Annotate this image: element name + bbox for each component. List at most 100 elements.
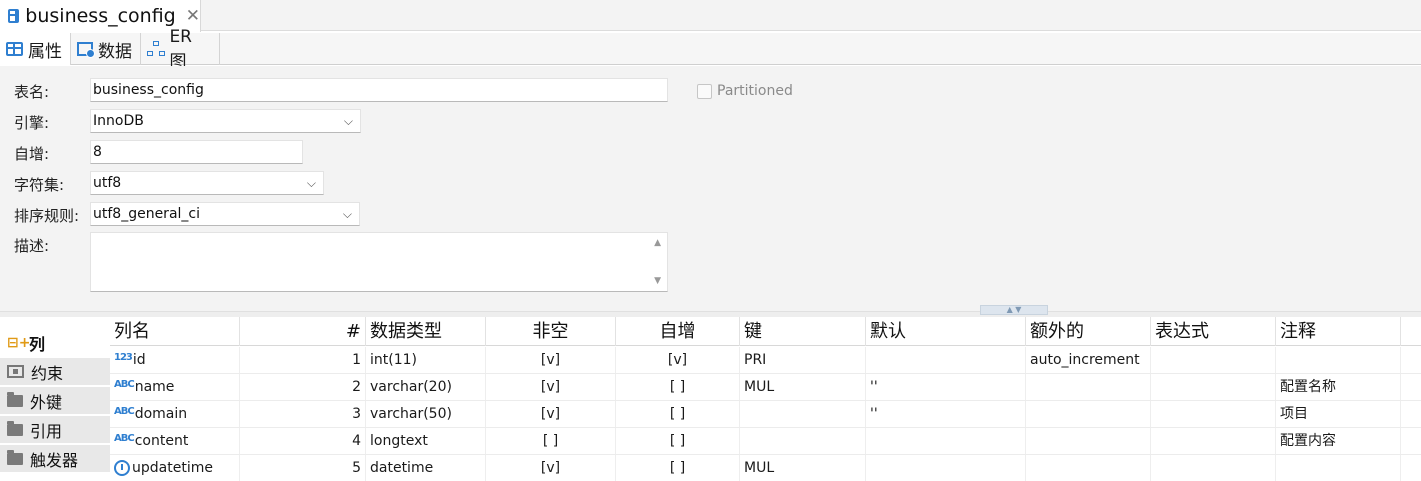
cell-auto-increment[interactable]: [ ]: [616, 428, 740, 454]
close-icon[interactable]: ✕: [186, 6, 200, 26]
cell-extra: [1026, 428, 1151, 454]
cell-not-null[interactable]: [v]: [486, 401, 616, 427]
table-row[interactable]: ABCdomain 3 varchar(50) [v] [ ] '' 项目: [110, 401, 1421, 428]
column-name-value: updatetime: [132, 460, 213, 476]
table-row[interactable]: updatetime 5 datetime [v] [ ] MUL: [110, 455, 1421, 481]
header-position[interactable]: #: [240, 317, 366, 346]
properties-panel: 表名: business_config 引擎: InnoDB ⌵ 自增: 8 字…: [0, 66, 1421, 311]
tab-data[interactable]: 数据: [71, 33, 141, 65]
header-column-name[interactable]: 列名: [110, 317, 240, 346]
string-type-icon: ABC: [114, 406, 135, 417]
grid-header: 列名 # 数据类型 非空 自增 键 默认 额外的 表达式 注释: [110, 317, 1421, 346]
tab-properties-label: 属性: [28, 41, 62, 62]
table-row[interactable]: 123id 1 int(11) [v] [v] PRI auto_increme…: [110, 347, 1421, 374]
cell-default: [866, 428, 1026, 454]
engine-select[interactable]: InnoDB ⌵: [90, 109, 361, 133]
scroll-up-icon[interactable]: ▲: [654, 238, 661, 248]
auto-increment-input[interactable]: 8: [90, 140, 303, 164]
cell-default: [866, 455, 1026, 481]
er-diagram-icon: [147, 41, 165, 57]
cell-data-type: int(11): [366, 347, 486, 373]
section-constraints[interactable]: 约束: [0, 358, 110, 386]
section-constraints-label: 约束: [31, 363, 64, 383]
cell-not-null[interactable]: [v]: [486, 455, 616, 481]
cell-expression: [1151, 347, 1276, 373]
cell-not-null[interactable]: [v]: [486, 374, 616, 400]
cell-column-name: updatetime: [110, 455, 240, 481]
scroll-down-icon[interactable]: ▼: [654, 276, 661, 286]
cell-key: [740, 428, 866, 454]
column-name-value: domain: [134, 406, 188, 422]
header-key[interactable]: 键: [740, 317, 866, 346]
add-column-icon: ⊟+: [7, 334, 31, 351]
column-name-value: id: [132, 352, 146, 368]
table-name-label: 表名:: [14, 83, 50, 101]
cell-auto-increment[interactable]: [ ]: [616, 401, 740, 427]
cell-key: [740, 401, 866, 427]
collation-select[interactable]: utf8_general_ci ⌵: [90, 202, 360, 226]
cell-not-null[interactable]: [v]: [486, 347, 616, 373]
header-comment[interactable]: 注释: [1276, 317, 1401, 346]
folder-icon: [7, 420, 23, 436]
cell-comment: 项目: [1276, 401, 1401, 427]
tab-er-diagram[interactable]: ER 图: [141, 27, 220, 72]
chevron-down-icon: ⌵: [343, 114, 353, 128]
string-type-icon: ABC: [114, 379, 135, 390]
chevron-down-icon: ⌵: [342, 207, 352, 221]
cell-key: MUL: [740, 374, 866, 400]
section-columns-label: 列: [29, 334, 46, 354]
partitioned-checkbox[interactable]: Partitioned: [697, 83, 793, 99]
cell-data-type: longtext: [366, 428, 486, 454]
header-data-type[interactable]: 数据类型: [366, 317, 486, 346]
cell-comment: [1276, 347, 1401, 373]
header-extra[interactable]: 额外的: [1026, 317, 1151, 346]
cell-not-null[interactable]: [ ]: [486, 428, 616, 454]
constraint-icon: [7, 365, 24, 378]
datetime-type-icon: [114, 460, 130, 476]
cell-position: 2: [240, 374, 366, 400]
section-list: ⊟+ 列 约束 外键 引用 触发器: [0, 317, 110, 481]
header-auto-increment[interactable]: 自增: [616, 317, 740, 346]
cell-key: MUL: [740, 455, 866, 481]
header-default[interactable]: 默认: [866, 317, 1026, 346]
engine-value: InnoDB: [93, 113, 144, 129]
column-name-value: name: [134, 379, 175, 395]
auto-increment-label: 自增:: [14, 145, 50, 163]
splitter-collapse-handle[interactable]: ▲ ▼: [980, 305, 1048, 315]
cell-expression: [1151, 401, 1276, 427]
header-not-null[interactable]: 非空: [486, 317, 616, 346]
cell-position: 3: [240, 401, 366, 427]
table-row[interactable]: ABCname 2 varchar(20) [v] [ ] MUL '' 配置名…: [110, 374, 1421, 401]
cell-expression: [1151, 374, 1276, 400]
cell-data-type: varchar(20): [366, 374, 486, 400]
section-foreign-keys[interactable]: 外键: [0, 387, 110, 415]
cell-column-name: 123id: [110, 347, 240, 373]
table-icon: [6, 42, 23, 56]
description-label: 描述:: [14, 237, 50, 255]
cell-column-name: ABCdomain: [110, 401, 240, 427]
section-references[interactable]: 引用: [0, 416, 110, 444]
charset-select[interactable]: utf8 ⌵: [90, 171, 324, 195]
tab-data-label: 数据: [98, 41, 132, 62]
editor-tabbar: business_config ✕: [0, 0, 1421, 32]
cell-extra: [1026, 374, 1151, 400]
cell-extra: auto_increment: [1026, 347, 1151, 373]
chevron-down-icon: ⌵: [306, 176, 316, 190]
folder-icon: [7, 391, 23, 407]
tab-properties[interactable]: 属性: [0, 33, 71, 65]
cell-default: '': [866, 401, 1026, 427]
cell-auto-increment[interactable]: [ ]: [616, 374, 740, 400]
section-triggers[interactable]: 触发器: [0, 445, 110, 473]
cell-comment: 配置名称: [1276, 374, 1401, 400]
table-row[interactable]: ABCcontent 4 longtext [ ] [ ] 配置内容: [110, 428, 1421, 455]
table-name-input[interactable]: business_config: [90, 78, 668, 102]
header-expression[interactable]: 表达式: [1151, 317, 1276, 346]
columns-grid: 列名 # 数据类型 非空 自增 键 默认 额外的 表达式 注释 123id 1 …: [110, 317, 1421, 481]
cell-auto-increment[interactable]: [v]: [616, 347, 740, 373]
section-columns[interactable]: ⊟+ 列: [0, 329, 110, 357]
section-foreign-keys-label: 外键: [30, 392, 63, 412]
description-textarea[interactable]: ▲ ▼: [90, 232, 668, 292]
cell-default: '': [866, 374, 1026, 400]
table-icon: [8, 9, 20, 23]
cell-auto-increment[interactable]: [ ]: [616, 455, 740, 481]
